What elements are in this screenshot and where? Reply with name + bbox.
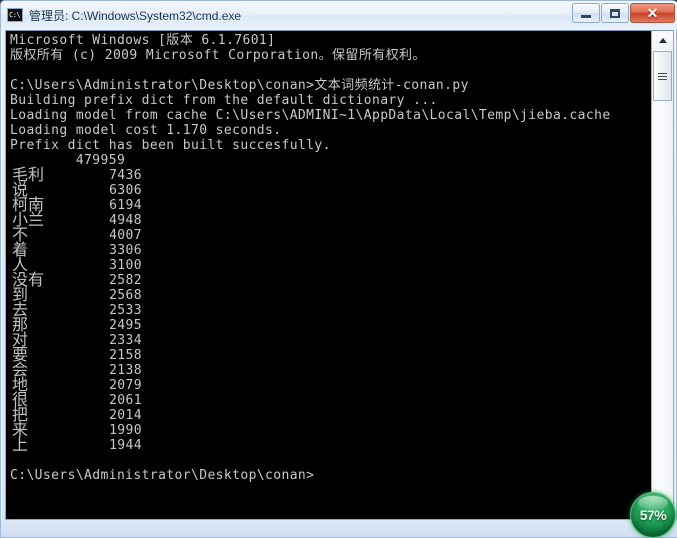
- word-frequency-row: 毛利 7436: [10, 166, 651, 183]
- word-frequency-list: 毛利 7436 说 6306 柯南 6194 小兰 4948 不 4007 着 3306 人 3100 没有…: [10, 166, 651, 454]
- console-line: Prefix dict has been built succesfully.: [10, 138, 331, 153]
- word-frequency-row: 要 2158: [10, 346, 651, 363]
- word-frequency-row: 上 1944: [10, 435, 651, 454]
- scroll-up-button[interactable]: [652, 31, 673, 49]
- word-frequency-row: 着 3306: [10, 241, 651, 258]
- console-line: Microsoft Windows [版本 6.1.7601]: [10, 33, 276, 48]
- console-line: C:\Users\Administrator\Desktop\conan>文本词…: [10, 78, 469, 93]
- count-value: 1944: [109, 438, 142, 453]
- console-line: 版权所有 (c) 2009 Microsoft Corporation。保留所有…: [10, 48, 426, 63]
- word-frequency-row: 人 3100: [10, 256, 651, 273]
- count-value: 2495: [109, 318, 142, 333]
- count-value: 2079: [109, 378, 142, 393]
- word-frequency-row: 去 2533: [10, 301, 651, 318]
- count-value: 2138: [109, 363, 142, 378]
- console-line: Loading model cost 1.170 seconds.: [10, 123, 282, 138]
- restore-button[interactable]: [601, 3, 629, 23]
- word-frequency-row: 到 2568: [10, 286, 651, 303]
- title-bar[interactable]: C:\ 管理员: C:\Windows\System32\cmd.exe ✕: [1, 1, 677, 29]
- count-value: 2334: [109, 333, 142, 348]
- close-button[interactable]: ✕: [630, 3, 675, 23]
- command-prompt-line: C:\Users\Administrator\Desktop\conan>: [10, 468, 315, 483]
- window-title: 管理员: C:\Windows\System32\cmd.exe: [29, 8, 242, 23]
- count-value: 4948: [109, 213, 142, 228]
- word-frequency-row: 不 4007: [10, 226, 651, 243]
- window-buttons: ✕: [572, 3, 675, 23]
- grip-icon: [658, 72, 667, 80]
- word-frequency-row: 没有 2582: [10, 271, 651, 288]
- count-value: 2533: [109, 303, 142, 318]
- console-text-area[interactable]: Microsoft Windows [版本 6.1.7601] 版权所有 (c) …: [6, 31, 651, 519]
- word-label: 上: [12, 435, 29, 454]
- scrollbar-thumb[interactable]: [653, 51, 672, 101]
- console-line: Building prefix dict from the default di…: [10, 93, 438, 108]
- console-header-lines: Microsoft Windows [版本 6.1.7601] 版权所有 (c) …: [10, 33, 651, 153]
- total-word-count-line: 479959: [10, 153, 126, 168]
- count-value: 4007: [109, 228, 142, 243]
- console-line: Loading model from cache C:\Users\ADMINI…: [10, 108, 611, 123]
- count-value: 2014: [109, 408, 142, 423]
- chevron-up-icon: [658, 37, 667, 43]
- word-frequency-row: 小兰 4948: [10, 211, 651, 228]
- word-frequency-row: 会 2138: [10, 361, 651, 378]
- count-value: 2158: [109, 348, 142, 363]
- minimize-button[interactable]: [572, 3, 600, 23]
- count-value: 3306: [109, 243, 142, 258]
- count-value: 6306: [109, 183, 142, 198]
- count-value: 6194: [109, 198, 142, 213]
- console-scrollbar[interactable]: [651, 31, 673, 519]
- word-frequency-row: 来 1990: [10, 421, 651, 438]
- close-icon: ✕: [646, 5, 659, 21]
- count-value: 2061: [109, 393, 142, 408]
- cmd-window: C:\ 管理员: C:\Windows\System32\cmd.exe ✕ M…: [0, 0, 677, 538]
- count-value: 2582: [109, 273, 142, 288]
- word-frequency-row: 柯南 6194: [10, 196, 651, 213]
- count-value: 2568: [109, 288, 142, 303]
- word-frequency-row: 很 2061: [10, 391, 651, 408]
- cmd-icon: C:\: [7, 8, 23, 22]
- restore-icon: [610, 8, 620, 18]
- progress-badge: 57%: [630, 492, 676, 538]
- count-value: 3100: [109, 258, 142, 273]
- count-value: 1990: [109, 423, 142, 438]
- count-value: 7436: [109, 168, 142, 183]
- word-frequency-row: 说 6306: [10, 181, 651, 198]
- word-frequency-row: 把 2014: [10, 406, 651, 423]
- minimize-icon: [581, 15, 591, 18]
- console-client-area: Microsoft Windows [版本 6.1.7601] 版权所有 (c) …: [5, 30, 674, 520]
- word-frequency-row: 那 2495: [10, 316, 651, 333]
- badge-percent-label: 57%: [639, 507, 667, 523]
- window-bottom-strip: [1, 521, 677, 537]
- word-frequency-row: 地 2079: [10, 376, 651, 393]
- word-frequency-row: 对 2334: [10, 331, 651, 348]
